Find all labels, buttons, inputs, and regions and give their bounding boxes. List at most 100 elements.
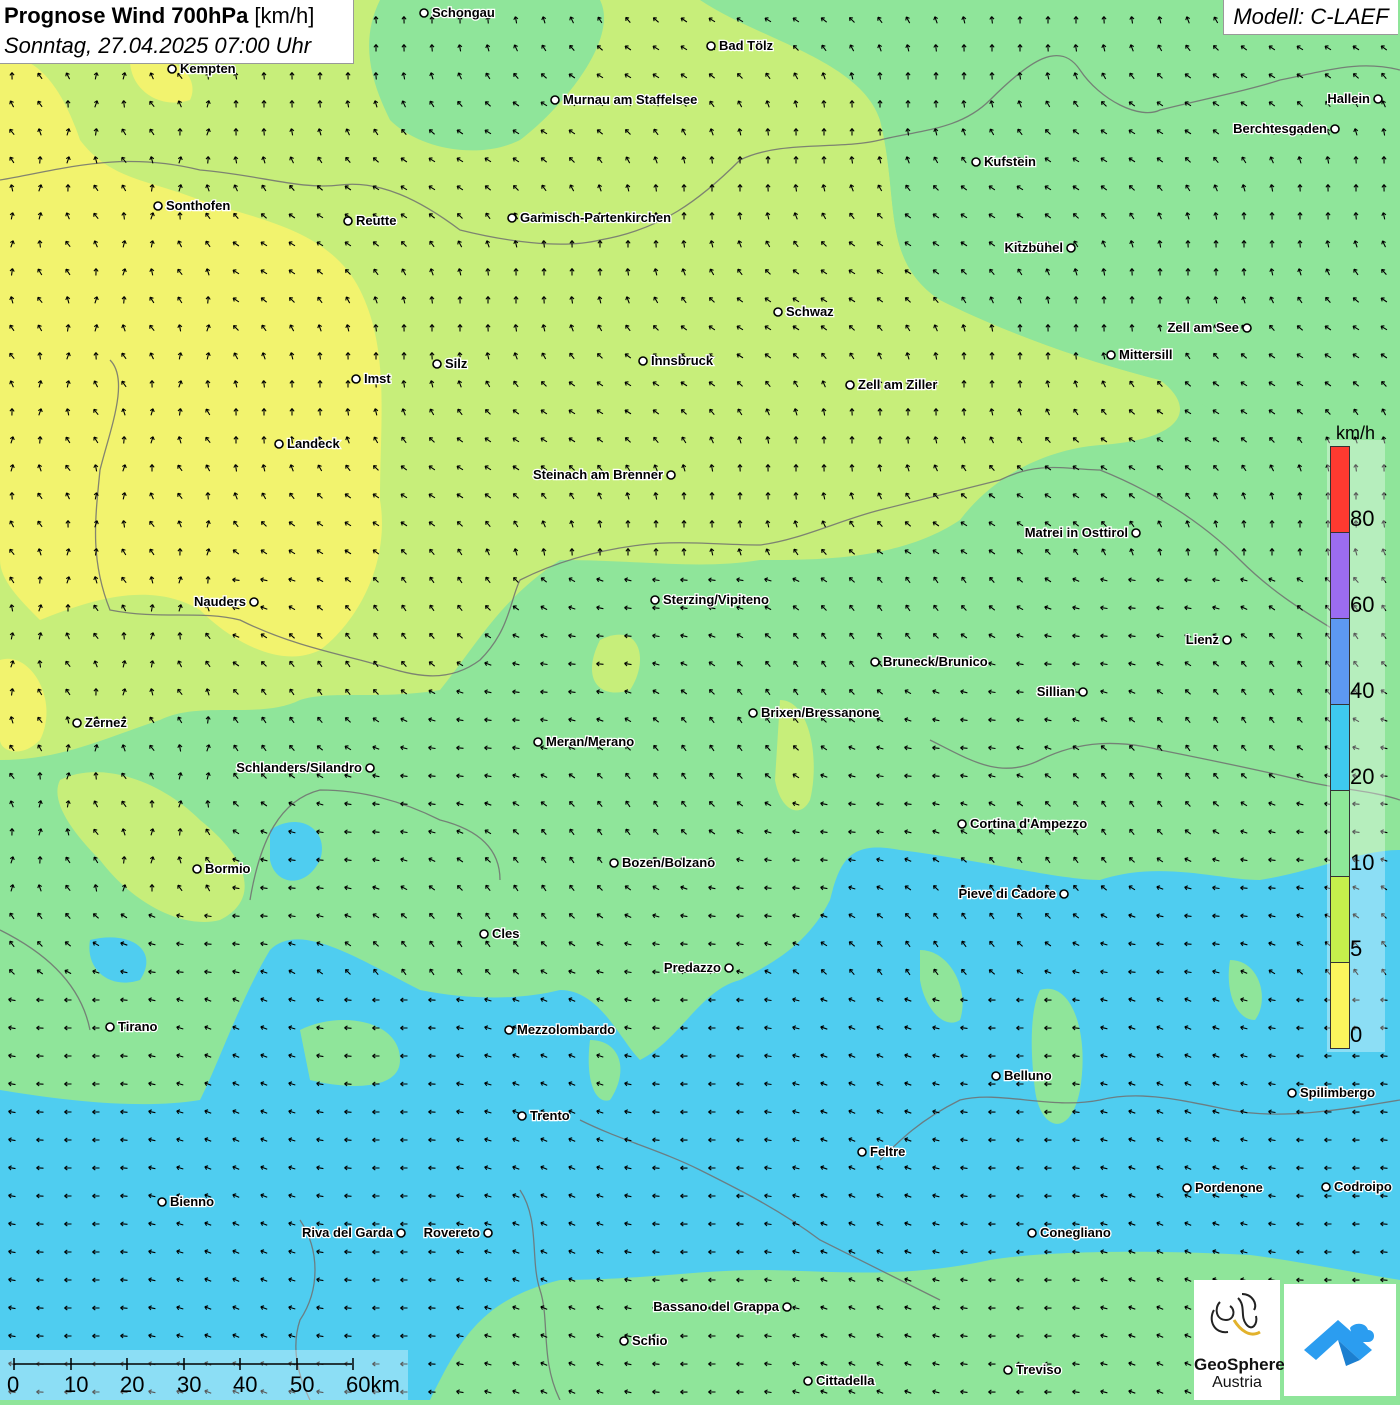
- city-label: Bormio: [205, 861, 251, 876]
- city-label: Mezzolombardo: [517, 1022, 615, 1037]
- title-box: Prognose Wind 700hPa [km/h] Sonntag, 27.…: [0, 0, 354, 64]
- city-marker[interactable]: [706, 41, 716, 51]
- city-marker[interactable]: [1003, 1365, 1013, 1375]
- city-marker[interactable]: [1373, 94, 1383, 104]
- city-marker[interactable]: [1222, 635, 1232, 645]
- legend-label: 5: [1350, 936, 1363, 961]
- legend-color-segment: [1330, 618, 1350, 705]
- legend-color-segment: [1330, 532, 1350, 619]
- city-label: Cortina d'Ampezzo: [970, 816, 1087, 831]
- city-marker[interactable]: [1242, 323, 1252, 333]
- city-marker[interactable]: [857, 1147, 867, 1157]
- city-marker[interactable]: [1287, 1088, 1297, 1098]
- city-marker[interactable]: [1066, 243, 1076, 253]
- city-label: Cittadella: [816, 1373, 875, 1388]
- city-marker[interactable]: [517, 1111, 527, 1121]
- legend-label: 60: [1350, 592, 1375, 617]
- city-label: Cles: [492, 926, 519, 941]
- city-marker[interactable]: [650, 595, 660, 605]
- city-marker[interactable]: [957, 819, 967, 829]
- city-marker[interactable]: [192, 864, 202, 874]
- city-marker[interactable]: [479, 929, 489, 939]
- city-marker[interactable]: [153, 201, 163, 211]
- legend-label: 10: [1350, 850, 1375, 875]
- city-label: Kufstein: [984, 154, 1036, 169]
- city-marker[interactable]: [782, 1302, 792, 1312]
- city-marker[interactable]: [533, 737, 543, 747]
- forecast-datetime: Sonntag, 27.04.2025 07:00 Uhr: [4, 33, 312, 58]
- legend-label: 20: [1350, 764, 1375, 789]
- scale-label: 40: [233, 1372, 258, 1397]
- legend-label: 80: [1350, 506, 1375, 531]
- city-marker[interactable]: [773, 307, 783, 317]
- city-label: Sillian: [1037, 684, 1075, 699]
- geosphere-logo[interactable]: GeoSphere Austria: [1194, 1280, 1285, 1400]
- city-marker[interactable]: [1131, 528, 1141, 538]
- city-marker[interactable]: [351, 374, 361, 384]
- city-label: Conegliano: [1040, 1225, 1111, 1240]
- city-marker[interactable]: [803, 1376, 813, 1386]
- city-label: Schio: [632, 1333, 667, 1348]
- city-marker[interactable]: [1027, 1228, 1037, 1238]
- city-label: Imst: [364, 371, 391, 386]
- city-label: Spilimbergo: [1300, 1085, 1375, 1100]
- city-marker[interactable]: [504, 1025, 514, 1035]
- app-logo-icon: [1304, 1320, 1374, 1366]
- city-marker[interactable]: [507, 213, 517, 223]
- legend-color-segment: [1330, 704, 1350, 791]
- city-marker[interactable]: [845, 380, 855, 390]
- city-marker[interactable]: [870, 657, 880, 667]
- app-logo[interactable]: [1284, 1284, 1396, 1396]
- city-marker[interactable]: [396, 1228, 406, 1238]
- geosphere-logo-name: GeoSphere: [1194, 1355, 1285, 1374]
- city-label: Bruneck/Brunico: [883, 654, 988, 669]
- city-label: Mittersill: [1119, 347, 1172, 362]
- city-label: Zernez: [85, 715, 127, 730]
- city-label: Garmisch-Partenkirchen: [520, 210, 671, 225]
- city-marker[interactable]: [483, 1228, 493, 1238]
- city-marker[interactable]: [1330, 124, 1340, 134]
- city-label: Codroipo: [1334, 1179, 1392, 1194]
- map-title-unit: [km/h]: [248, 3, 315, 28]
- city-marker[interactable]: [609, 858, 619, 868]
- city-marker[interactable]: [1059, 889, 1069, 899]
- scale-label: 30: [177, 1372, 202, 1397]
- city-marker[interactable]: [971, 157, 981, 167]
- city-marker[interactable]: [638, 356, 648, 366]
- city-marker[interactable]: [343, 216, 353, 226]
- city-label: Zell am Ziller: [858, 377, 937, 392]
- city-marker[interactable]: [748, 708, 758, 718]
- city-label: Schongau: [432, 5, 495, 20]
- city-label: Landeck: [287, 436, 341, 451]
- city-marker[interactable]: [274, 439, 284, 449]
- city-marker[interactable]: [619, 1336, 629, 1346]
- scale-label: 10: [64, 1372, 89, 1397]
- city-marker[interactable]: [666, 470, 676, 480]
- city-marker[interactable]: [1078, 687, 1088, 697]
- city-marker[interactable]: [72, 718, 82, 728]
- city-label: Zell am See: [1167, 320, 1239, 335]
- city-marker[interactable]: [1321, 1182, 1331, 1192]
- scale-label: 50: [290, 1372, 315, 1397]
- city-label: Pieve di Cadore: [958, 886, 1056, 901]
- geosphere-logo-sub: Austria: [1212, 1374, 1262, 1391]
- city-marker[interactable]: [105, 1022, 115, 1032]
- city-label: Schwaz: [786, 304, 834, 319]
- city-marker[interactable]: [157, 1197, 167, 1207]
- city-marker[interactable]: [724, 963, 734, 973]
- city-marker[interactable]: [432, 359, 442, 369]
- city-marker[interactable]: [249, 597, 259, 607]
- city-marker[interactable]: [991, 1071, 1001, 1081]
- city-marker[interactable]: [550, 95, 560, 105]
- city-marker[interactable]: [419, 8, 429, 18]
- scale-label: 0: [7, 1372, 20, 1397]
- legend-color-segment: [1330, 962, 1350, 1049]
- city-label: Treviso: [1016, 1362, 1062, 1377]
- map-title: Prognose Wind 700hPa [km/h]: [4, 3, 314, 29]
- city-marker[interactable]: [1106, 350, 1116, 360]
- city-label: Murnau am Staffelsee: [563, 92, 697, 107]
- city-marker[interactable]: [365, 763, 375, 773]
- city-marker[interactable]: [1182, 1183, 1192, 1193]
- city-label: Feltre: [870, 1144, 905, 1159]
- city-marker[interactable]: [167, 64, 177, 74]
